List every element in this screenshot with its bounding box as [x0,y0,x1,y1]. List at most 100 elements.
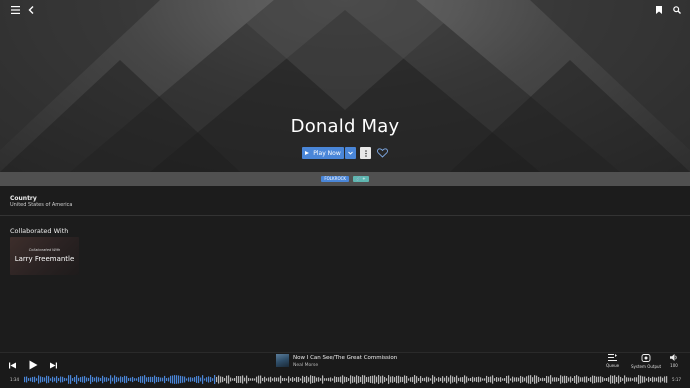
waveform-bar [200,377,202,382]
waveform-bar [532,377,534,382]
waveform-bar [110,375,112,384]
waveform-bar [304,376,306,383]
waveform-bar [290,378,292,381]
bookmark-icon[interactable] [652,3,666,17]
play-button[interactable] [27,359,39,371]
back-icon[interactable] [24,3,38,17]
waveform-bar [354,376,356,383]
waveform-bar [72,378,74,381]
queue-button[interactable]: Queue [606,354,619,368]
waveform-bar [480,377,482,382]
waveform-bar [228,375,230,384]
waveform-bar [448,377,450,382]
waveform-bar [572,378,574,381]
waveform-bar [336,376,338,383]
waveform-bar [174,375,176,384]
waveform-bar [582,377,584,382]
section-divider [0,215,690,216]
waveform-bar [86,377,88,382]
search-icon[interactable] [670,3,684,17]
now-playing-title[interactable]: Now I Can See/The Great Commission [293,355,397,361]
waveform-bar [454,377,456,382]
waveform-bar [140,376,142,383]
waveform-bar [124,375,126,384]
waveform-bar [664,376,666,383]
now-playing-artist[interactable]: Neal Morse [293,363,318,368]
waveform-bar [364,375,366,384]
collaborations-title: Collaborated With [10,227,69,235]
waveform-bar [472,376,474,383]
waveform-bar [100,377,102,382]
add-tag-button[interactable]: 🔗 + [353,176,369,182]
waveform-bar [240,376,242,383]
genre-tag[interactable]: FOLKROCK [321,176,350,182]
artist-details: Country United States of America Collabo… [0,186,690,352]
waveform-bar [334,376,336,383]
waveform-bar [436,378,438,381]
waveform-bar [528,375,530,384]
waveform-seekbar[interactable] [24,375,668,384]
menu-icon[interactable] [8,3,22,17]
waveform-bar [188,377,190,382]
waveform-bar [118,377,120,382]
waveform-bar [212,378,214,381]
waveform-bar [186,378,188,381]
waveform-bar [378,375,380,384]
waveform-bar [280,375,282,384]
waveform-bar [314,376,316,383]
waveform-bar [452,376,454,383]
waveform-bar [330,377,332,382]
waveform-bar [168,377,170,382]
waveform-bar [404,375,406,384]
volume-button[interactable]: 100 [670,354,678,368]
waveform-bar [262,377,264,382]
waveform-bar [662,377,664,382]
waveform-bar [254,378,256,381]
collaborator-card[interactable]: Collaborated With Larry Freemantle [10,237,79,275]
waveform-bar [446,375,448,384]
waveform-bar [150,376,152,383]
skip-next-button[interactable] [49,359,58,371]
waveform-bar [40,376,42,383]
waveform-bar [508,375,510,384]
output-button[interactable]: System Output [631,354,661,369]
more-options-button[interactable] [360,147,371,159]
waveform-bar [252,378,254,381]
waveform-bar [52,376,54,383]
waveform-bar [368,376,370,383]
waveform-bar [322,375,324,384]
play-now-button[interactable]: Play Now [302,147,344,159]
waveform-bar [658,376,660,383]
waveform-bar [376,376,378,383]
waveform-bar [326,378,328,381]
waveform-bar [592,375,594,384]
waveform-bar [66,378,68,381]
waveform-bar [476,377,478,382]
waveform-bar [510,378,512,381]
waveform-bar [390,376,392,383]
waveform-bar [138,377,140,382]
waveform-bar [470,377,472,382]
waveform-bar [62,376,64,383]
waveform-bar [156,376,158,383]
waveform-bar [614,375,616,384]
artist-actions: Play Now [302,147,388,159]
waveform-bar [618,375,620,384]
waveform-bar [132,376,134,383]
album-art-thumbnail[interactable] [276,354,289,367]
waveform-bar [370,376,372,383]
play-options-button[interactable] [345,147,356,159]
waveform-bar [636,377,638,382]
waveform-bar [608,377,610,382]
skip-previous-button[interactable] [8,359,17,371]
favorite-button[interactable] [376,147,388,159]
waveform-bar [258,375,260,384]
waveform-bar [234,377,236,382]
waveform-bar [102,375,104,384]
waveform-bar [524,377,526,382]
waveform-bar [172,375,174,384]
waveform-bar [534,375,536,384]
waveform-bar [346,377,348,382]
waveform-bar [328,377,330,382]
waveform-bar [28,378,30,381]
